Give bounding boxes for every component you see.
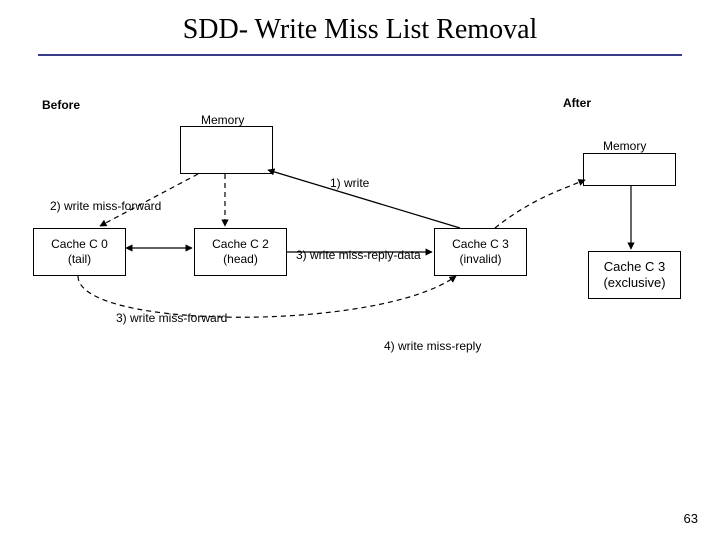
- diagram-arrows: [0, 0, 720, 540]
- slide-number: 63: [684, 511, 698, 526]
